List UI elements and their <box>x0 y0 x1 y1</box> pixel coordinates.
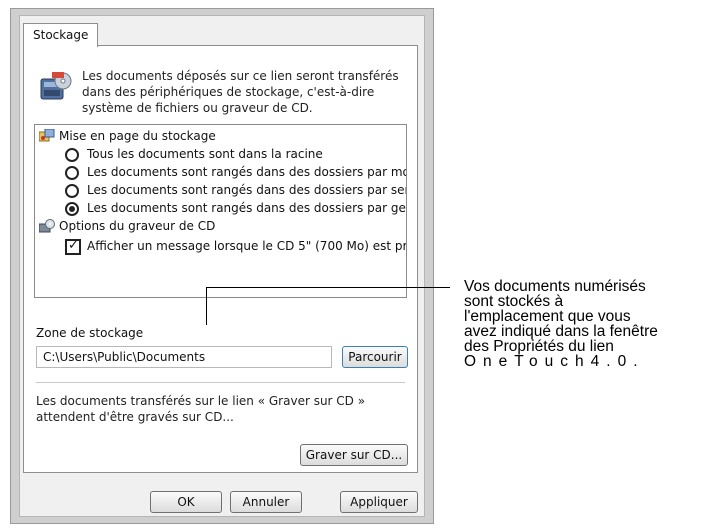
apply-button[interactable]: Appliquer <box>340 491 418 513</box>
storage-layout-label: Mise en page du stockage <box>59 129 216 143</box>
cd-burner-icon <box>39 219 55 233</box>
option-label: Les documents sont rangés dans des dossi… <box>87 183 407 197</box>
callout-leader-stem <box>206 287 207 325</box>
radio-button[interactable] <box>65 184 79 198</box>
burner-options-label: Options du graveur de CD <box>59 219 216 233</box>
checkbox-label: Afficher un message lorsque le CD 5" (70… <box>87 239 407 253</box>
option-label: Les documents sont rangés dans des dossi… <box>87 165 407 179</box>
storage-options-tree[interactable]: Mise en page du stockage Tous les docume… <box>34 124 407 298</box>
tab-panel: Les documents déposés sur ce lien seront… <box>23 45 418 473</box>
tab-stockage[interactable]: Stockage <box>23 23 99 47</box>
burn-info-text: Les documents transférés sur le lien « G… <box>36 394 366 424</box>
radio-button[interactable] <box>65 148 79 162</box>
radio-button-selected[interactable] <box>65 202 79 216</box>
cancel-button[interactable]: Annuler <box>230 491 302 513</box>
option-label: Les documents sont rangés dans des dossi… <box>87 201 407 215</box>
browse-button[interactable]: Parcourir <box>342 346 408 368</box>
callout-line: sont stockés à <box>464 293 564 310</box>
storage-zone-label: Zone de stockage <box>36 326 144 340</box>
checkmark-icon: ✓ <box>68 238 79 253</box>
callout-line: OneTouch4.0. <box>464 353 645 370</box>
link-description: Les documents déposés sur ce lien seront… <box>82 69 399 115</box>
callout-leader-line <box>206 287 450 288</box>
radio-button[interactable] <box>65 166 79 180</box>
storage-devices-icon <box>40 72 72 100</box>
checkbox[interactable]: ✓ <box>65 238 81 255</box>
callout-line: l'emplacement que vous <box>464 308 631 325</box>
ok-button[interactable]: OK <box>150 491 222 513</box>
callout-line: avez indiqué dans la fenêtre <box>464 323 658 340</box>
callout-line: des Propriétés du lien <box>464 338 614 355</box>
separator <box>36 382 405 383</box>
callout-line: Vos documents numérisés <box>464 278 646 295</box>
burn-cd-button[interactable]: Graver sur CD... <box>300 444 408 466</box>
folder-tree-icon <box>39 129 55 142</box>
callout-annotation: Vos documents numérisés sont stockés à l… <box>464 278 714 370</box>
storage-path-field[interactable]: C:\Users\Public\Documents <box>36 346 332 368</box>
option-label: Tous les documents sont dans la racine <box>87 147 323 161</box>
properties-dialog: Stockage Les documents déposés sur ce li… <box>10 8 434 524</box>
